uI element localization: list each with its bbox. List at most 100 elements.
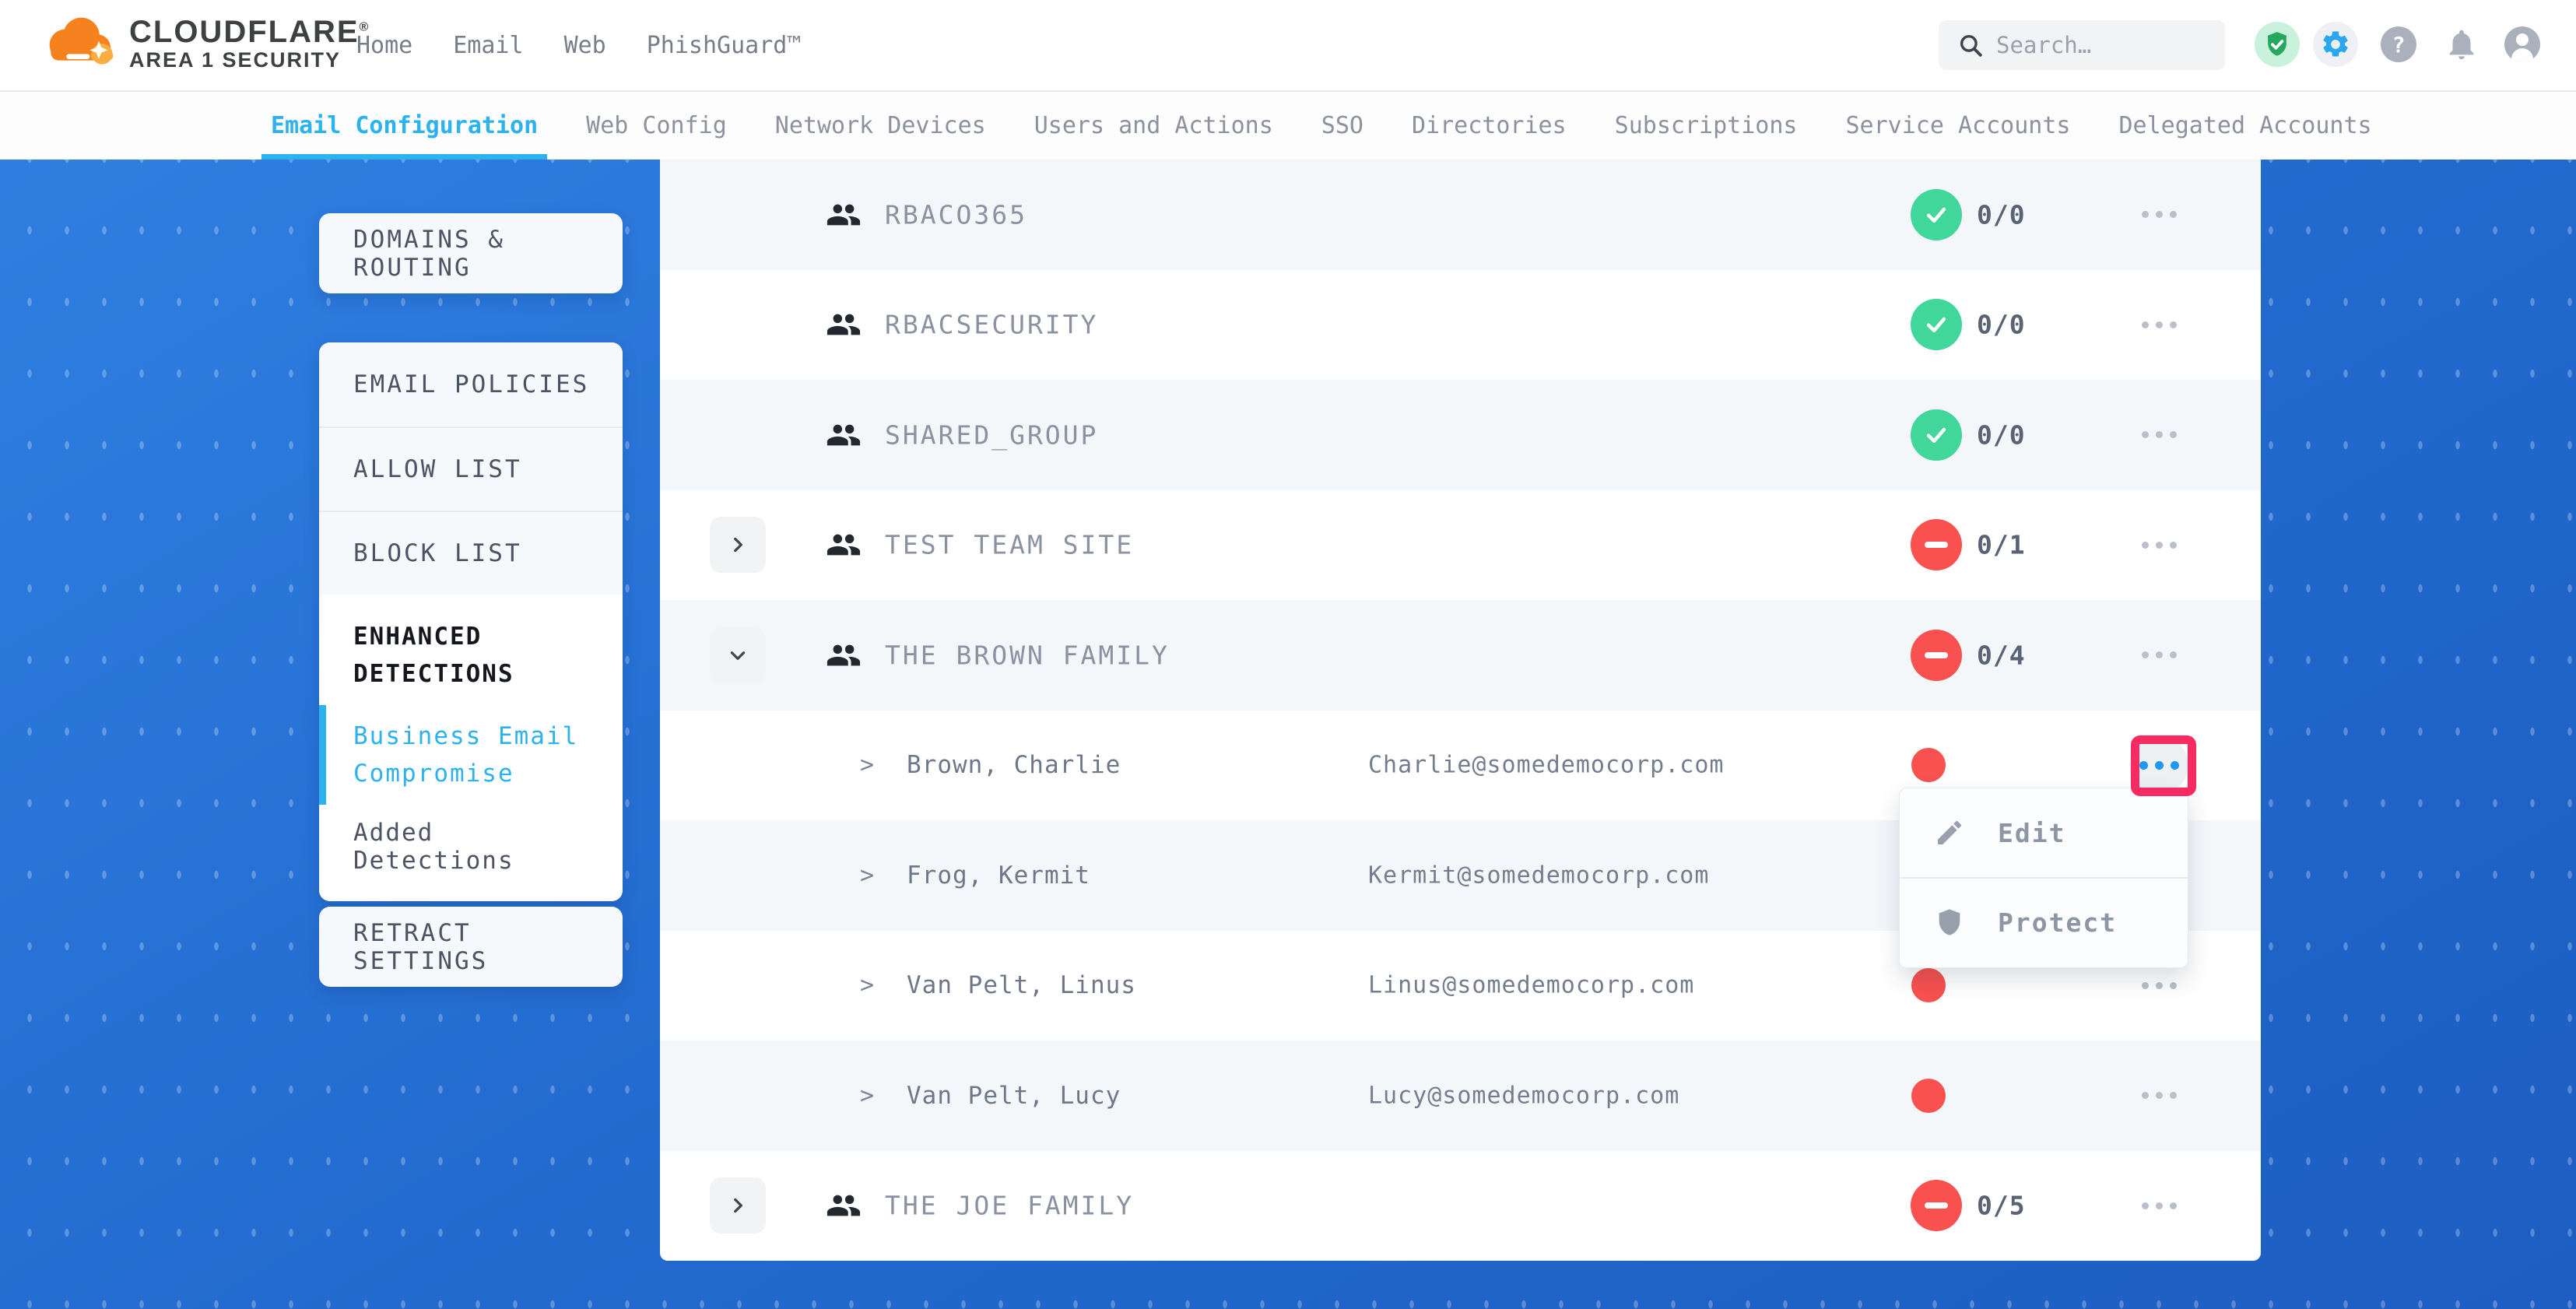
protection-count: 0/5 <box>1977 1191 2026 1221</box>
member-chevron-icon: > <box>860 1082 874 1109</box>
sidebar-item-retract-settings[interactable]: RETRACT SETTINGS <box>319 907 623 987</box>
sidebar-label: RETRACT SETTINGS <box>353 919 623 975</box>
row-actions-button-active[interactable] <box>2129 735 2188 795</box>
context-menu-label: Edit <box>1998 818 2065 848</box>
status-dot <box>1911 748 1946 782</box>
groups-table: RBACO365 0/0 RBACSECURITY 0/0 SHARED_G <box>660 160 2261 1261</box>
tab-users-and-actions[interactable]: Users and Actions <box>1034 92 1273 160</box>
pencil-icon <box>1934 817 1965 848</box>
protection-count: 0/4 <box>1977 640 2026 670</box>
sidebar-item-business-email-compromise[interactable]: Business Email Compromise <box>319 705 595 805</box>
gear-icon[interactable] <box>2313 22 2358 67</box>
row-actions-button[interactable] <box>2136 1072 2182 1119</box>
search-input[interactable] <box>1996 32 2214 58</box>
protection-count: 0/1 <box>1977 530 2026 560</box>
row-name: Van Pelt, Linus <box>907 971 1136 999</box>
avatar-icon[interactable] <box>2504 26 2540 62</box>
tab-delegated-accounts[interactable]: Delegated Accounts <box>2118 92 2371 160</box>
expand-chevron-button[interactable] <box>710 517 766 573</box>
header-nav: Home Email Web PhishGuard™ <box>356 0 801 90</box>
row-name: RBACSECURITY <box>885 310 1098 340</box>
config-tabs: Email Configuration Web Config Network D… <box>0 92 2576 160</box>
tab-network-devices[interactable]: Network Devices <box>775 92 986 160</box>
header-nav-phishguard[interactable]: PhishGuard™ <box>647 32 802 59</box>
status-badge <box>1911 630 1962 681</box>
row-actions-button[interactable] <box>2136 632 2182 679</box>
status-badge <box>1911 409 1962 461</box>
minus-glyph <box>1925 652 1948 658</box>
row-actions-button[interactable] <box>2136 521 2182 568</box>
brand-subtitle: AREA 1 SECURITY <box>129 48 370 72</box>
group-people-icon <box>826 1190 862 1221</box>
header-nav-home[interactable]: Home <box>356 32 412 59</box>
cloudflare-logo: CLOUDFLARE® AREA 1 SECURITY <box>40 6 370 81</box>
active-item-indicator <box>319 705 326 805</box>
search-icon <box>1957 32 1984 58</box>
row-name: Brown, Charlie <box>907 751 1121 779</box>
row-actions-button[interactable] <box>2136 1182 2182 1229</box>
member-email: Charlie@somedemocorp.com <box>1368 752 1724 779</box>
help-icon[interactable]: ? <box>2381 26 2416 62</box>
group-people-icon <box>826 640 862 671</box>
sidebar-label: DOMAINS & ROUTING <box>353 226 623 282</box>
status-badge <box>1911 189 1962 240</box>
search-box[interactable] <box>1939 20 2225 70</box>
avatar-head <box>2516 33 2529 46</box>
expand-chevron-button[interactable] <box>710 627 766 683</box>
context-menu-item-edit[interactable]: Edit <box>1900 788 2188 877</box>
header-nav-web[interactable]: Web <box>564 32 606 59</box>
row-actions-button[interactable] <box>2136 962 2182 1009</box>
cloudflare-cloud-icon <box>40 6 118 81</box>
sidebar-policies-card: EMAIL POLICIES ALLOW LIST BLOCK LIST ENH… <box>319 342 623 901</box>
sidebar-item-block-list[interactable]: BLOCK LIST <box>319 511 623 595</box>
app-header: CLOUDFLARE® AREA 1 SECURITY Home Email W… <box>0 0 2576 92</box>
protection-count: 0/0 <box>1977 419 2026 450</box>
row-name: RBACO365 <box>885 199 1027 230</box>
group-people-icon <box>826 199 862 230</box>
tab-email-configuration[interactable]: Email Configuration <box>271 92 538 160</box>
help-glyph: ? <box>2392 32 2406 58</box>
shield-check-icon[interactable] <box>2255 22 2300 67</box>
row-actions-button[interactable] <box>2136 301 2182 348</box>
expand-chevron-button[interactable] <box>710 1177 766 1234</box>
tab-sso[interactable]: SSO <box>1321 92 1363 160</box>
row-actions-button[interactable] <box>2136 191 2182 238</box>
sidebar-item-email-policies[interactable]: EMAIL POLICIES <box>319 342 623 426</box>
minus-glyph <box>1925 1202 1948 1209</box>
table-row: > Van Pelt, Lucy Lucy@somedemocorp.com <box>660 1041 2261 1151</box>
bell-icon[interactable] <box>2444 26 2479 62</box>
table-row: SHARED_GROUP 0/0 <box>660 380 2261 490</box>
status-badge <box>1911 1180 1962 1231</box>
sidebar-item-enhanced-detections[interactable]: ENHANCED DETECTIONS <box>353 618 595 693</box>
table-row: RBACO365 0/0 <box>660 160 2261 270</box>
avatar-body <box>2511 48 2533 62</box>
member-chevron-icon: > <box>860 862 874 889</box>
status-dot <box>1911 968 1946 1002</box>
tab-subscriptions[interactable]: Subscriptions <box>1615 92 1798 160</box>
row-context-menu: Edit Protect <box>1899 788 2188 968</box>
minus-glyph <box>1925 542 1948 548</box>
sidebar-item-allow-list[interactable]: ALLOW LIST <box>319 426 623 511</box>
row-name: THE JOE FAMILY <box>885 1191 1134 1221</box>
group-people-icon <box>826 309 862 340</box>
protection-count: 0/0 <box>1977 310 2026 340</box>
sidebar-label: BLOCK LIST <box>353 539 522 567</box>
sidebar-item-added-detections[interactable]: Added Detections <box>353 819 595 875</box>
group-people-icon <box>826 419 862 451</box>
row-name: TEST TEAM SITE <box>885 530 1134 560</box>
tab-directories[interactable]: Directories <box>1412 92 1567 160</box>
status-dot <box>1911 1079 1946 1113</box>
table-row: RBACSECURITY 0/0 <box>660 270 2261 381</box>
status-badge <box>1911 519 1962 570</box>
context-menu-item-protect[interactable]: Protect <box>1900 877 2188 966</box>
tab-service-accounts[interactable]: Service Accounts <box>1845 92 2070 160</box>
shield-icon <box>1934 907 1965 938</box>
sidebar-item-domains-routing[interactable]: DOMAINS & ROUTING <box>319 213 623 293</box>
tab-web-config[interactable]: Web Config <box>586 92 727 160</box>
row-actions-button[interactable] <box>2136 412 2182 458</box>
header-nav-email[interactable]: Email <box>453 32 523 59</box>
member-email: Lucy@somedemocorp.com <box>1368 1082 1679 1109</box>
row-name: Frog, Kermit <box>907 862 1090 890</box>
table-row: THE BROWN FAMILY 0/4 <box>660 600 2261 711</box>
row-name: THE BROWN FAMILY <box>885 640 1170 670</box>
